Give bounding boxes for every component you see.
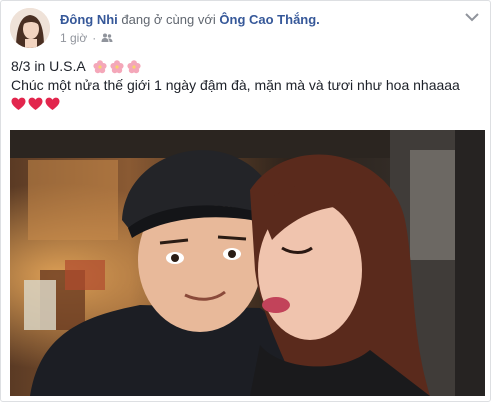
author-name[interactable]: Đông Nhi <box>60 12 118 27</box>
author-line: Đông Nhi đang ở cùng với Ông Cao Thắng. <box>60 12 320 28</box>
selfie-photo <box>10 130 485 396</box>
chevron-down-icon[interactable] <box>464 11 480 23</box>
post-line-1-text: 8/3 in U.S.A <box>11 58 86 74</box>
friends-icon[interactable] <box>101 32 113 44</box>
post-text: 8/3 in U.S.A Chúc một nửa thế giới 1 ngà… <box>11 57 480 111</box>
post-header: Đông Nhi đang ở cùng với Ông Cao Thắng. … <box>10 8 480 50</box>
post-line-2-text: Chúc một nửa thế giới 1 ngày đậm đà, mặn… <box>11 77 460 93</box>
heart-icon <box>11 97 26 110</box>
with-text: đang ở cùng với <box>121 12 216 27</box>
avatar[interactable] <box>10 8 50 48</box>
cherry-blossom-icon <box>110 59 124 73</box>
cherry-blossom-icon <box>127 59 141 73</box>
post-card: Đông Nhi đang ở cùng với Ông Cao Thắng. … <box>0 0 491 402</box>
post-line-1: 8/3 in U.S.A <box>11 57 480 76</box>
hearts-row <box>11 97 480 111</box>
post-meta: 1 giờ · <box>60 31 113 45</box>
heart-icon <box>45 97 60 110</box>
post-photo[interactable] <box>10 130 485 396</box>
post-line-2: Chúc một nửa thế giới 1 ngày đậm đà, mặn… <box>11 76 480 95</box>
cherry-blossom-icon <box>93 59 107 73</box>
heart-icon <box>28 97 43 110</box>
meta-separator: · <box>92 31 97 45</box>
tagged-friend[interactable]: Ông Cao Thắng. <box>219 12 319 27</box>
timestamp[interactable]: 1 giờ <box>60 31 87 45</box>
